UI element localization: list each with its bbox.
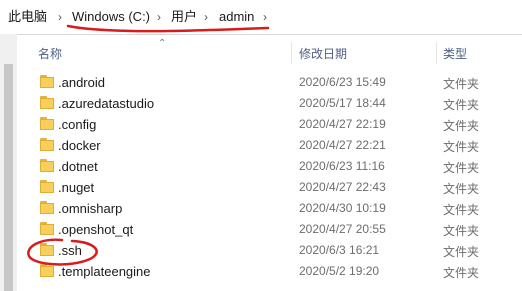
item-date: 2020/4/27 20:55 [299, 222, 386, 236]
folder-icon [40, 243, 54, 256]
folder-icon [40, 138, 54, 151]
vertical-scrollbar[interactable] [0, 34, 17, 291]
sort-ascending-icon: ⌃ [158, 38, 167, 49]
item-name: .docker [58, 138, 101, 153]
item-type: 文件夹 [443, 245, 480, 259]
column-header: ⌃ 名称 修改日期 类型 [0, 38, 522, 66]
item-date: 2020/4/27 22:21 [299, 138, 386, 152]
item-date: 2020/6/23 11:16 [299, 159, 385, 173]
list-item[interactable]: .azuredatastudio 2020/5/17 18:44 文件夹 [18, 93, 522, 114]
item-type: 文件夹 [443, 119, 480, 133]
breadcrumb-separator-icon[interactable]: › [204, 9, 208, 25]
item-date: 2020/6/3 16:21 [299, 243, 380, 257]
scrollbar-thumb[interactable] [4, 64, 13, 291]
item-date: 2020/4/27 22:43 [299, 180, 386, 194]
item-name: .android [58, 75, 105, 90]
list-item[interactable]: .nuget 2020/4/27 22:43 文件夹 [18, 177, 522, 198]
column-type-header[interactable]: 类型 [443, 45, 467, 62]
folder-icon [40, 159, 54, 172]
item-type: 文件夹 [443, 77, 480, 91]
list-item[interactable]: .templateengine 2020/5/2 19:20 文件夹 [18, 261, 522, 282]
column-name-header[interactable]: 名称 [38, 45, 62, 62]
list-item[interactable]: .dotnet 2020/6/23 11:16 文件夹 [18, 156, 522, 177]
breadcrumb-admin[interactable]: admin [219, 9, 254, 25]
item-type: 文件夹 [443, 266, 480, 280]
breadcrumb-separator-icon[interactable]: › [263, 9, 267, 25]
item-type: 文件夹 [443, 161, 480, 175]
column-modified-header[interactable]: 修改日期 [299, 45, 347, 62]
address-bar[interactable]: 此电脑 › Windows (C:) › 用户 › admin › [0, 0, 522, 35]
folder-icon [40, 75, 54, 88]
breadcrumb-separator-icon[interactable]: › [58, 9, 62, 25]
item-type: 文件夹 [443, 224, 480, 238]
breadcrumb-separator-icon[interactable]: › [157, 9, 161, 25]
item-name: .templateengine [58, 264, 151, 279]
list-item[interactable]: .omnisharp 2020/4/30 10:19 文件夹 [18, 198, 522, 219]
item-name: .dotnet [58, 159, 98, 174]
list-item[interactable]: .android 2020/6/23 15:49 文件夹 [18, 72, 522, 93]
list-item[interactable]: .config 2020/4/27 22:19 文件夹 [18, 114, 522, 135]
folder-icon [40, 117, 54, 130]
list-item[interactable]: .ssh 2020/6/3 16:21 文件夹 [18, 240, 522, 261]
breadcrumb-this-pc[interactable]: 此电脑 [8, 9, 47, 25]
item-name: .openshot_qt [58, 222, 134, 237]
breadcrumb-users[interactable]: 用户 [171, 9, 197, 25]
item-name: .nuget [58, 180, 95, 195]
item-type: 文件夹 [443, 182, 480, 196]
list-item[interactable]: .docker 2020/4/27 22:21 文件夹 [18, 135, 522, 156]
folder-icon [40, 222, 54, 235]
folder-icon [40, 180, 54, 193]
item-date: 2020/5/17 18:44 [299, 96, 386, 110]
folder-icon [40, 96, 54, 109]
folder-icon [40, 201, 54, 214]
column-divider[interactable] [436, 42, 437, 64]
folder-icon [40, 264, 54, 277]
breadcrumb-drive-c[interactable]: Windows (C:) [72, 9, 150, 25]
item-type: 文件夹 [443, 140, 480, 154]
item-name: .omnisharp [58, 201, 123, 216]
item-date: 2020/6/23 15:49 [299, 75, 386, 89]
item-name: .config [58, 117, 97, 132]
item-type: 文件夹 [443, 203, 480, 217]
item-name: .ssh [58, 243, 82, 258]
item-date: 2020/5/2 19:20 [299, 264, 380, 278]
item-date: 2020/4/27 22:19 [299, 117, 386, 131]
column-divider[interactable] [291, 42, 292, 64]
list-item[interactable]: .openshot_qt 2020/4/27 20:55 文件夹 [18, 219, 522, 240]
item-date: 2020/4/30 10:19 [299, 201, 386, 215]
item-type: 文件夹 [443, 98, 480, 112]
item-name: .azuredatastudio [58, 96, 155, 111]
